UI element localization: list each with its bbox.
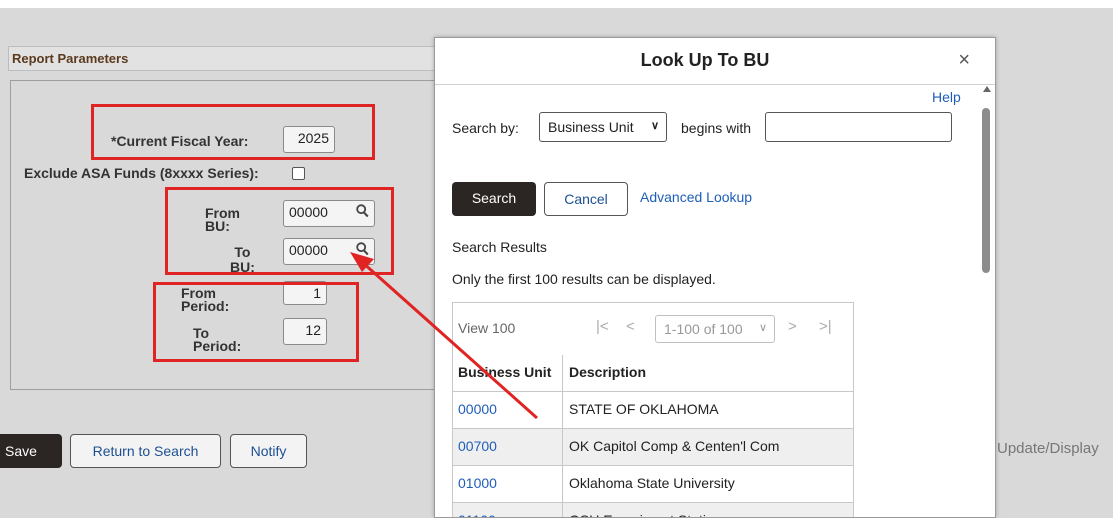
next-page-icon[interactable]: > [788,318,797,335]
update-display-link[interactable]: Update/Display [997,440,1099,457]
operator-label: begins with [681,120,752,136]
scroll-up-icon[interactable] [983,86,991,92]
column-header-description[interactable]: Description [563,355,853,391]
results-grid: View 100 |< < 1-100 of 100 ∨ > >| Busine… [452,302,854,517]
first-page-icon[interactable]: |< [596,318,609,335]
modal-titlebar: Look Up To BU × [435,38,995,85]
scrollbar-thumb[interactable] [982,108,990,273]
close-icon[interactable]: × [958,49,970,72]
grid-navigation: View 100 |< < 1-100 of 100 ∨ > >| [453,303,853,356]
table-row[interactable]: 00000 STATE OF OKLAHOMA [453,392,853,429]
chevron-down-icon: ∨ [758,322,767,334]
modal-title: Look Up To BU [640,50,770,70]
exclude-asa-label: Exclude ASA Funds (8xxxx Series): [24,165,259,181]
highlight-bu [165,187,394,275]
highlight-period [153,282,359,362]
description-cell: OK Capitol Comp & Centen'l Com [569,438,780,454]
column-header-business-unit[interactable]: Business Unit [453,355,563,391]
search-by-select[interactable]: Business Unit ∨ [539,112,667,142]
notify-button[interactable]: Notify [230,434,307,468]
cancel-button[interactable]: Cancel [544,182,628,216]
business-unit-link[interactable]: 00000 [458,401,497,417]
results-note: Only the first 100 results can be displa… [452,271,716,287]
top-band [0,0,1113,8]
last-page-icon[interactable]: >| [819,318,832,335]
page-range-value: 1-100 of 100 [664,321,743,337]
search-by-value: Business Unit [548,119,634,135]
business-unit-link[interactable]: 00700 [458,438,497,454]
lookup-modal: Look Up To BU × Help Search by: Business… [434,37,996,518]
table-row[interactable]: 01000 Oklahoma State University [453,466,853,503]
advanced-lookup-link[interactable]: Advanced Lookup [640,189,752,205]
previous-page-icon[interactable]: < [626,318,635,335]
search-value-input[interactable] [765,112,952,142]
business-unit-link[interactable]: 01000 [458,475,497,491]
description-cell: Oklahoma State University [569,475,735,491]
report-parameters-header: Report Parameters [8,46,440,71]
return-to-search-button[interactable]: Return to Search [70,434,221,468]
description-cell: STATE OF OKLAHOMA [569,401,719,417]
view-all-link[interactable]: View 100 [458,320,515,336]
save-button[interactable]: Save [0,434,62,468]
chevron-down-icon: ∨ [650,120,659,132]
search-by-label: Search by: [452,120,519,136]
search-button[interactable]: Search [452,182,536,216]
highlight-fiscal-year [91,104,375,160]
exclude-asa-checkbox[interactable] [292,167,305,180]
search-results-title: Search Results [452,239,547,255]
page-range-select[interactable]: 1-100 of 100 ∨ [655,315,775,343]
table-row[interactable]: 00700 OK Capitol Comp & Centen'l Com [453,429,853,466]
help-link[interactable]: Help [932,89,961,105]
table-header: Business Unit Description [453,355,853,392]
business-unit-link[interactable]: 01100 [458,512,496,517]
